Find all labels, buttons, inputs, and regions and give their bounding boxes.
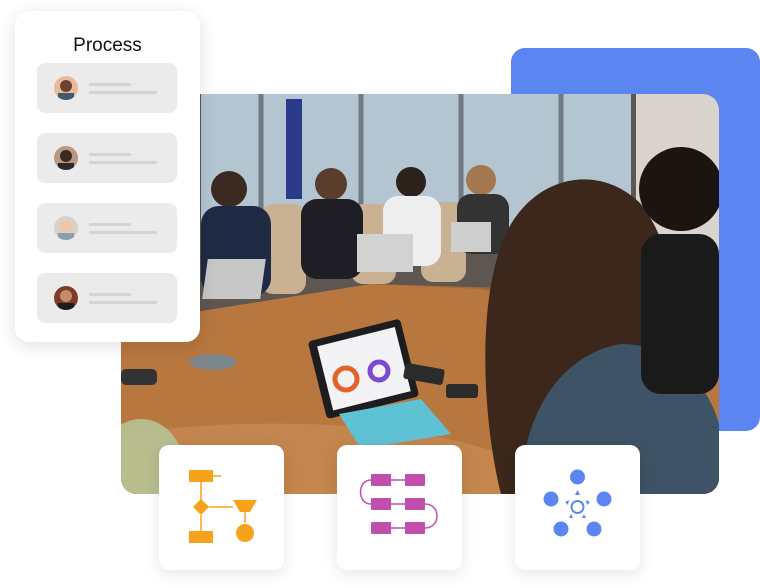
placeholder-line bbox=[89, 83, 131, 86]
avatar bbox=[54, 146, 78, 170]
process-title: Process bbox=[73, 35, 142, 56]
placeholder-line bbox=[89, 223, 131, 226]
meeting-photo bbox=[121, 94, 719, 494]
placeholder-line bbox=[89, 153, 131, 156]
placeholder-line bbox=[89, 231, 157, 234]
process-flow-icon bbox=[359, 474, 438, 534]
placeholder-line bbox=[89, 91, 157, 94]
network-tile[interactable] bbox=[515, 445, 640, 570]
process-flow-tile[interactable] bbox=[337, 445, 462, 570]
network-icon bbox=[543, 469, 612, 537]
process-item[interactable] bbox=[37, 203, 177, 253]
process-card: Process bbox=[15, 11, 200, 342]
placeholder-line bbox=[89, 161, 157, 164]
placeholder-line bbox=[89, 301, 157, 304]
flowchart-icon bbox=[189, 470, 257, 543]
process-item[interactable] bbox=[37, 273, 177, 323]
flowchart-tile[interactable] bbox=[159, 445, 284, 570]
process-item[interactable] bbox=[37, 133, 177, 183]
placeholder-line bbox=[89, 293, 131, 296]
process-item[interactable] bbox=[37, 63, 177, 113]
avatar bbox=[54, 216, 78, 240]
avatar bbox=[54, 76, 78, 100]
avatar bbox=[54, 286, 78, 310]
